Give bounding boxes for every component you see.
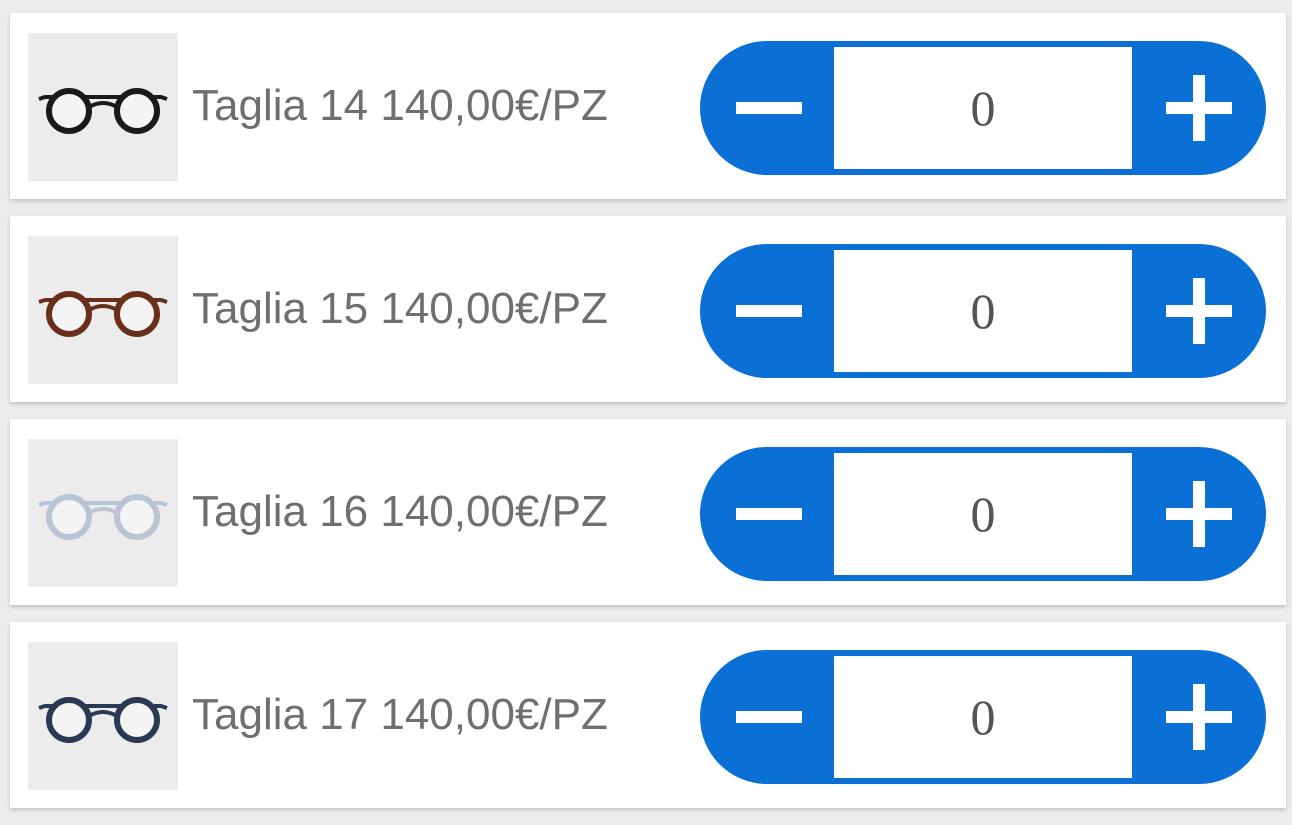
product-thumbnail: [28, 642, 178, 790]
quantity-input[interactable]: [834, 453, 1132, 575]
product-row: Taglia 14 140,00€/PZ: [10, 13, 1286, 199]
glasses-navy-icon: [38, 697, 168, 743]
quantity-stepper: [700, 650, 1266, 784]
product-thumbnail: [28, 439, 178, 587]
product-size-list: Taglia 14 140,00€/PZ 0 Taglia 15 140,00€…: [10, 13, 1286, 825]
plus-icon: [1166, 75, 1232, 141]
product-row: Taglia 16 140,00€/PZ: [10, 419, 1286, 605]
plus-icon: [1166, 684, 1232, 750]
glasses-black-icon: [38, 88, 168, 134]
increment-button[interactable]: [1132, 41, 1266, 175]
minus-icon: [736, 305, 802, 317]
quantity-stepper: [700, 447, 1266, 581]
quantity-input[interactable]: [834, 656, 1132, 778]
product-row: Taglia 17 140,00€/PZ: [10, 622, 1286, 808]
decrement-button[interactable]: [702, 41, 836, 175]
increment-button[interactable]: [1132, 650, 1266, 784]
product-thumbnail: [28, 236, 178, 384]
decrement-button[interactable]: [702, 650, 836, 784]
product-row: Taglia 15 140,00€/PZ: [10, 216, 1286, 402]
decrement-button[interactable]: [702, 244, 836, 378]
product-thumbnail: [28, 33, 178, 181]
product-label: Taglia 16 140,00€/PZ: [192, 487, 608, 536]
plus-icon: [1166, 481, 1232, 547]
increment-button[interactable]: [1132, 244, 1266, 378]
glasses-clear-icon: [38, 494, 168, 540]
plus-icon: [1166, 278, 1232, 344]
quantity-input[interactable]: [834, 47, 1132, 169]
product-label: Taglia 15 140,00€/PZ: [192, 284, 608, 333]
minus-icon: [736, 711, 802, 723]
glasses-tortoise-icon: [38, 291, 168, 337]
minus-icon: [736, 508, 802, 520]
minus-icon: [736, 102, 802, 114]
product-label: Taglia 14 140,00€/PZ: [192, 81, 608, 130]
quantity-stepper: [700, 244, 1266, 378]
increment-button[interactable]: [1132, 447, 1266, 581]
quantity-input[interactable]: [834, 250, 1132, 372]
decrement-button[interactable]: [702, 447, 836, 581]
quantity-stepper: [700, 41, 1266, 175]
product-label: Taglia 17 140,00€/PZ: [192, 690, 608, 739]
